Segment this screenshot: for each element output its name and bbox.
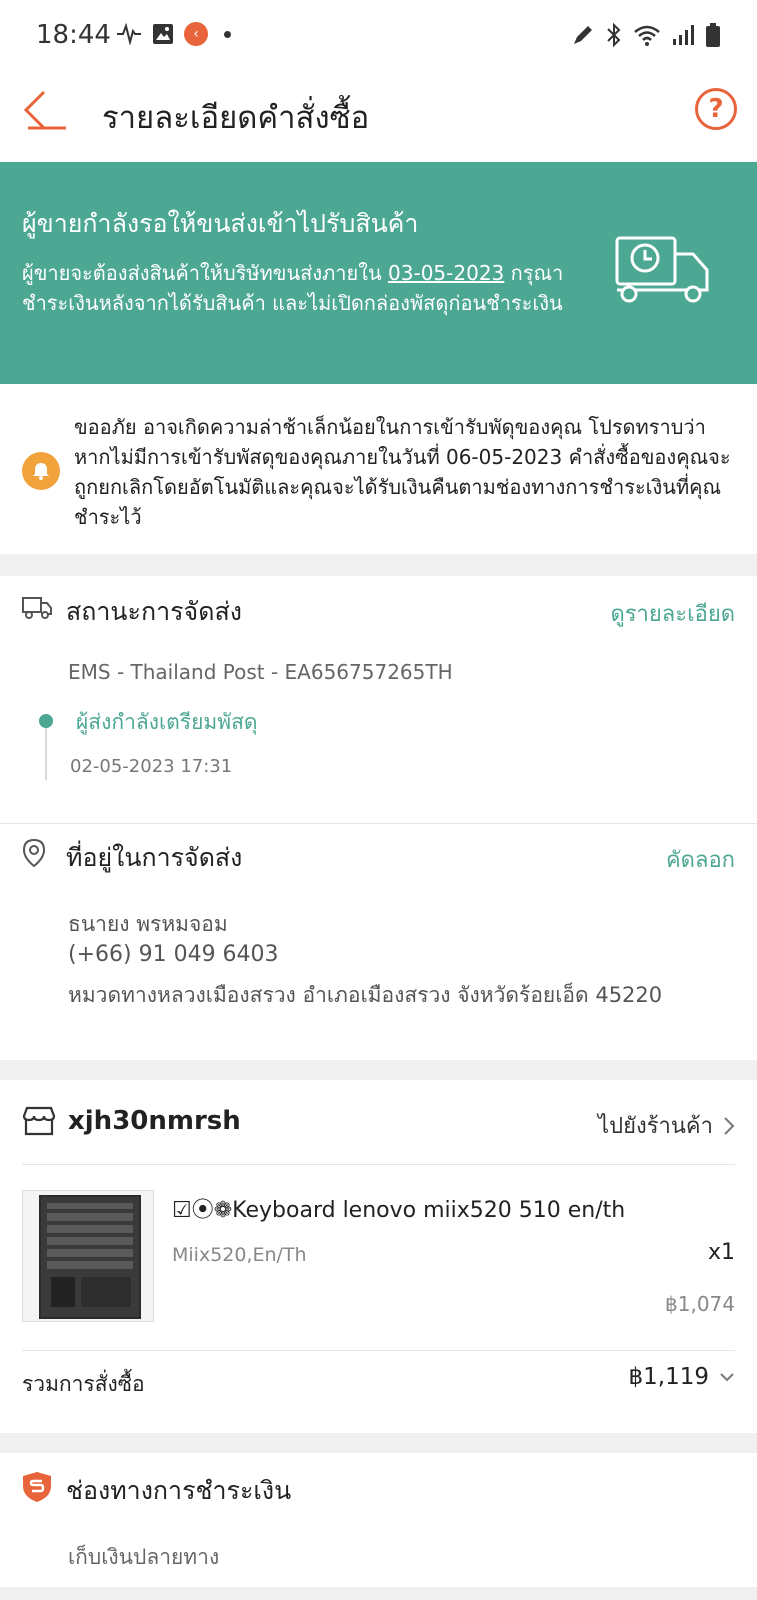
product-name[interactable]: ☑⦿❁Keyboard lenovo miix520 510 en/th [172, 1192, 625, 1224]
page-title: รายละเอียดคำสั่งซื้อ [102, 100, 370, 136]
wifi-icon [634, 25, 660, 46]
order-total-value: ฿1,119 [628, 1364, 709, 1390]
app-header: รายละเอียดคำสั่งซื้อ ? [0, 72, 757, 162]
back-arrow-icon [23, 90, 66, 130]
status-left-icons: ‹ [116, 22, 231, 46]
gallery-icon [153, 24, 173, 44]
copy-address-link[interactable]: คัดลอก [666, 842, 735, 877]
activity-icon [117, 23, 141, 45]
help-icon: ? [708, 94, 724, 124]
banner-description: ผู้ขายจะต้องส่งสินค้าให้บริษัทขนส่งภายใน… [22, 258, 602, 318]
product-variant: Miix520,En/Th [172, 1244, 307, 1266]
delay-notice: ขออภัย อาจเกิดความล่าช้าเล็กน้อยในการเข้… [0, 384, 757, 554]
divider [22, 1350, 735, 1351]
status-right-icons [571, 22, 721, 48]
shop-icon [22, 1106, 56, 1136]
address-line: หมวดทางหลวงเมืองสรวง อำเภอเมืองสรวง จังห… [68, 983, 663, 1007]
order-total-label: รวมการสั่งซื้อ [22, 1372, 145, 1396]
tracking-time: 02-05-2023 17:31 [70, 756, 233, 777]
shop-name[interactable]: xjh30nmrsh [68, 1106, 241, 1136]
shipping-title: สถานะการจัดส่ง [66, 597, 242, 626]
help-button[interactable]: ? [695, 88, 737, 130]
banner-title: ผู้ขายกำลังรอให้ขนส่งเข้าไปรับสินค้า [22, 209, 419, 238]
order-total-toggle[interactable]: ฿1,119 [629, 1364, 735, 1390]
go-to-shop-label: ไปยังร้านค้า [598, 1114, 713, 1139]
banner-desc-part1: ผู้ขายจะต้องส่งสินค้าให้บริษัทขนส่งภายใน [22, 261, 382, 285]
shield-icon [23, 1472, 51, 1502]
pen-icon [574, 26, 592, 44]
truck-outline-icon [22, 597, 52, 619]
chevron-right-icon [724, 1116, 735, 1135]
notice-text: ขออภัย อาจเกิดความล่าช้าเล็กน้อยในการเข้… [74, 415, 731, 529]
chevron-down-icon [720, 1373, 734, 1382]
view-details-link[interactable]: ดูรายละเอียด [610, 596, 735, 631]
dot-icon [224, 30, 231, 38]
recipient-phone: (+66) 91 049 6403 [68, 942, 279, 967]
product-price: ฿1,074 [665, 1292, 735, 1316]
divider [22, 1164, 735, 1165]
address-title: ที่อยู่ในการจัดส่ง [66, 843, 243, 872]
app-badge-icon: ‹ [184, 22, 208, 46]
payment-title: ช่องทางการชำระเงิน [66, 1476, 292, 1505]
battery-icon [706, 23, 720, 47]
order-items-section: xjh30nmrsh ไปยังร้านค้า ☑⦿❁Keyboard leno… [0, 1080, 757, 1433]
payment-method-section: ช่องทางการชำระเงิน เก็บเงินปลายทาง [0, 1453, 757, 1587]
timeline-line [45, 728, 47, 780]
delivery-truck-icon [615, 236, 709, 303]
status-bar: 18:44 ‹ [0, 0, 757, 72]
recipient-name: ธนายง พรหมจอม [68, 912, 228, 936]
back-button[interactable] [22, 90, 70, 138]
bell-icon [22, 452, 60, 490]
location-pin-icon [22, 838, 46, 868]
product-quantity: x1 [707, 1240, 735, 1265]
tracking-carrier: EMS - Thailand Post - EA656757265TH [68, 660, 453, 684]
timeline-dot [39, 714, 53, 728]
product-thumbnail[interactable] [22, 1190, 154, 1322]
payment-method: เก็บเงินปลายทาง [68, 1545, 220, 1569]
go-to-shop-link[interactable]: ไปยังร้านค้า [598, 1108, 735, 1143]
shipping-address-section: ที่อยู่ในการจัดส่ง คัดลอก ธนายง พรหมจอม … [0, 824, 757, 1060]
bluetooth-icon [607, 22, 621, 48]
signal-icon [673, 25, 694, 45]
order-status-banner: ผู้ขายกำลังรอให้ขนส่งเข้าไปรับสินค้า ผู้… [0, 162, 757, 384]
shipping-status-section: สถานะการจัดส่ง ดูรายละเอียด EMS - Thaila… [0, 576, 757, 824]
banner-deadline-date: 03-05-2023 [388, 261, 505, 285]
status-time: 18:44 [36, 20, 111, 50]
tracking-status: ผู้ส่งกำลังเตรียมพัสดุ [76, 710, 258, 734]
